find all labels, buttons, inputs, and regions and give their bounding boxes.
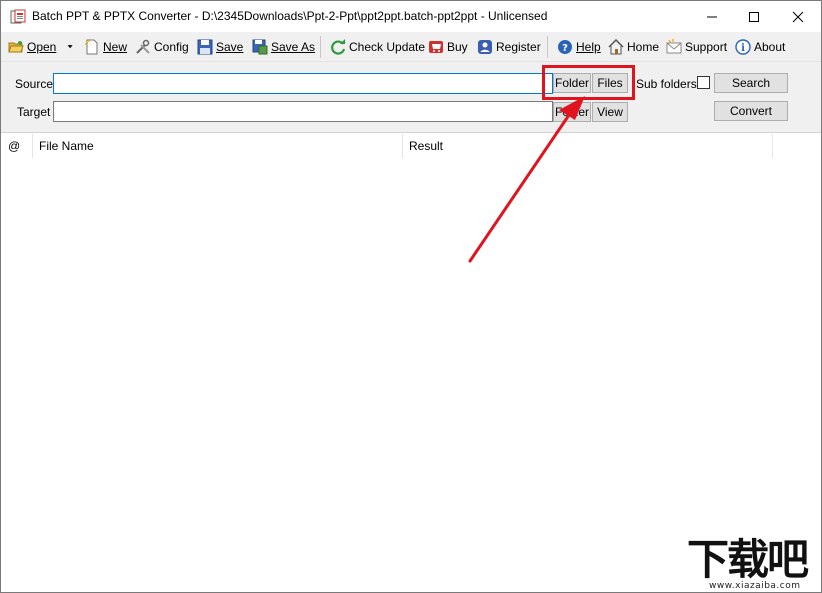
- annotation-highlight-box: [542, 65, 635, 100]
- subfolders-checkbox[interactable]: [697, 76, 710, 89]
- view-button[interactable]: View: [592, 102, 628, 122]
- home-icon: [608, 39, 624, 55]
- toolbar-separator: [320, 36, 321, 58]
- maximize-icon: [749, 11, 759, 22]
- config-button[interactable]: Config: [135, 37, 189, 57]
- new-button[interactable]: New: [84, 37, 127, 57]
- floppy-disk-icon: [197, 39, 213, 55]
- new-file-icon: [85, 39, 98, 55]
- folder-open-icon: [8, 41, 24, 53]
- toolbar-separator: [547, 36, 548, 58]
- buy-button[interactable]: Buy: [428, 37, 468, 57]
- minimize-button[interactable]: [689, 1, 735, 32]
- file-list-header: @ File Name Result: [2, 134, 821, 158]
- svg-text:i: i: [741, 43, 745, 54]
- toolbar: Open New Config Save Save As Check Updat…: [1, 32, 821, 62]
- support-envelope-icon: [666, 39, 682, 54]
- close-icon: [792, 11, 804, 22]
- tools-icon: [136, 39, 150, 54]
- save-button[interactable]: Save: [197, 37, 243, 57]
- app-icon: [10, 9, 26, 24]
- home-button[interactable]: Home: [608, 37, 659, 57]
- save-as-icon: [252, 39, 268, 55]
- watermark-url: www.xiazaiba.com: [709, 581, 801, 591]
- about-button[interactable]: i About: [735, 37, 785, 57]
- help-icon: ?: [558, 40, 572, 54]
- app-window: Batch PPT & PPTX Converter - D:\2345Down…: [0, 0, 822, 593]
- open-dropdown-button[interactable]: [67, 37, 80, 57]
- subfolders-label: Sub folders: [636, 77, 697, 91]
- title-bar: Batch PPT & PPTX Converter - D:\2345Down…: [1, 1, 821, 32]
- target-input[interactable]: [53, 101, 553, 122]
- minimize-icon: [707, 16, 717, 17]
- refresh-icon: [331, 39, 346, 55]
- save-as-button[interactable]: Save As: [252, 37, 315, 57]
- source-target-panel: Source Folder Files Sub folders Search T…: [1, 62, 821, 133]
- column-header-file-name[interactable]: File Name: [33, 134, 403, 158]
- svg-text:?: ?: [562, 43, 568, 54]
- convert-button[interactable]: Convert: [714, 101, 788, 121]
- user-badge-icon: [478, 40, 492, 54]
- support-button[interactable]: Support: [666, 37, 727, 57]
- file-list-body[interactable]: [2, 158, 821, 592]
- register-button[interactable]: Register: [477, 37, 541, 57]
- open-button[interactable]: Open: [8, 37, 56, 57]
- watermark-logo: 下载吧 www.xiazaiba.com: [687, 537, 821, 593]
- target-label: Target: [17, 105, 51, 119]
- target-folder-button[interactable]: Folder: [553, 102, 591, 122]
- help-button[interactable]: ? Help: [557, 37, 601, 57]
- window-title: Batch PPT & PPTX Converter - D:\2345Down…: [32, 9, 548, 23]
- dropdown-arrow-icon: [67, 45, 73, 49]
- source-label: Source: [15, 77, 54, 91]
- watermark-text: 下载吧: [687, 535, 809, 584]
- check-update-button[interactable]: Check Update: [330, 37, 425, 57]
- maximize-button[interactable]: [731, 1, 777, 32]
- shopping-cart-icon: [429, 41, 443, 53]
- info-icon: i: [735, 39, 751, 55]
- column-header-index[interactable]: @: [2, 134, 33, 158]
- search-button[interactable]: Search: [714, 73, 788, 93]
- close-button[interactable]: [775, 1, 821, 32]
- source-input[interactable]: [53, 73, 553, 94]
- column-header-result[interactable]: Result: [403, 134, 773, 158]
